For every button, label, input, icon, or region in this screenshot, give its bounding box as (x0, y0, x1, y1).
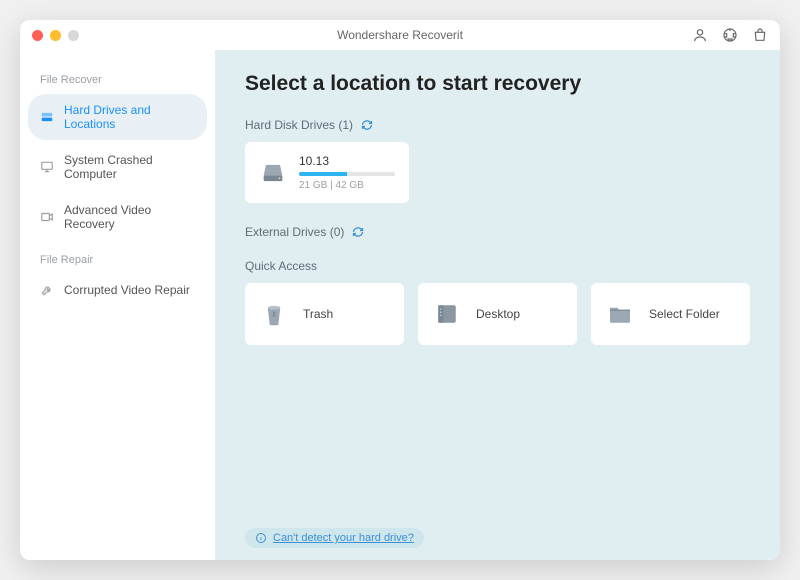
info-icon (255, 532, 267, 544)
desktop-icon (432, 299, 462, 329)
quick-card-trash[interactable]: Trash (245, 283, 404, 345)
wrench-icon (40, 283, 54, 297)
hard-drive-icon (40, 110, 54, 124)
sidebar-section-file-recover: File Recover (40, 74, 207, 86)
folder-icon (605, 299, 635, 329)
minimize-window-button[interactable] (50, 30, 61, 41)
page-title: Select a location to start recovery (245, 72, 750, 96)
quick-label: Select Folder (649, 307, 720, 321)
main-panel: Select a location to start recovery Hard… (215, 50, 780, 560)
disk-icon (259, 159, 287, 187)
external-section-header: External Drives (0) (245, 225, 750, 239)
monitor-icon (40, 160, 54, 174)
sidebar-item-label: Advanced Video Recovery (64, 203, 195, 231)
hdd-section-header: Hard Disk Drives (1) (245, 118, 750, 132)
sidebar: File Recover Hard Drives and Locations S… (20, 50, 215, 560)
sidebar-item-label: System Crashed Computer (64, 153, 195, 181)
external-section-label: External Drives (0) (245, 225, 344, 239)
drive-usage-bar (299, 172, 395, 176)
app-window: Wondershare Recoverit File Recover Hard … (20, 20, 780, 560)
sidebar-section-file-repair: File Repair (40, 254, 207, 266)
sidebar-item-label: Corrupted Video Repair (64, 283, 190, 297)
body: File Recover Hard Drives and Locations S… (20, 50, 780, 560)
app-title: Wondershare Recoverit (20, 28, 780, 42)
drive-card[interactable]: 10.13 21 GB | 42 GB (245, 142, 409, 203)
trash-icon (259, 299, 289, 329)
header-actions (692, 27, 768, 43)
drive-info: 10.13 21 GB | 42 GB (299, 154, 395, 191)
quick-card-desktop[interactable]: Desktop (418, 283, 577, 345)
detect-drive-help-link[interactable]: Can't detect your hard drive? (245, 528, 424, 548)
sidebar-item-advanced-video[interactable]: Advanced Video Recovery (28, 194, 207, 240)
user-icon[interactable] (692, 27, 708, 43)
quick-access-label: Quick Access (245, 259, 317, 273)
traffic-lights (32, 30, 79, 41)
titlebar: Wondershare Recoverit (20, 20, 780, 50)
drive-size: 21 GB | 42 GB (299, 180, 395, 191)
quick-label: Desktop (476, 307, 520, 321)
sidebar-item-system-crashed[interactable]: System Crashed Computer (28, 144, 207, 190)
shop-icon[interactable] (752, 27, 768, 43)
refresh-icon[interactable] (361, 119, 373, 131)
quick-access-row: Trash Desktop (245, 283, 750, 345)
footer-link-text: Can't detect your hard drive? (273, 532, 414, 544)
quick-access-header: Quick Access (245, 259, 750, 273)
sidebar-item-corrupted-video[interactable]: Corrupted Video Repair (28, 274, 207, 306)
video-icon (40, 210, 54, 224)
hdd-section-label: Hard Disk Drives (1) (245, 118, 353, 132)
sidebar-item-label: Hard Drives and Locations (64, 103, 195, 131)
refresh-icon[interactable] (352, 226, 364, 238)
quick-label: Trash (303, 307, 333, 321)
maximize-window-button[interactable] (68, 30, 79, 41)
support-icon[interactable] (722, 27, 738, 43)
drive-name: 10.13 (299, 154, 395, 168)
close-window-button[interactable] (32, 30, 43, 41)
sidebar-item-hard-drives[interactable]: Hard Drives and Locations (28, 94, 207, 140)
quick-card-select-folder[interactable]: Select Folder (591, 283, 750, 345)
